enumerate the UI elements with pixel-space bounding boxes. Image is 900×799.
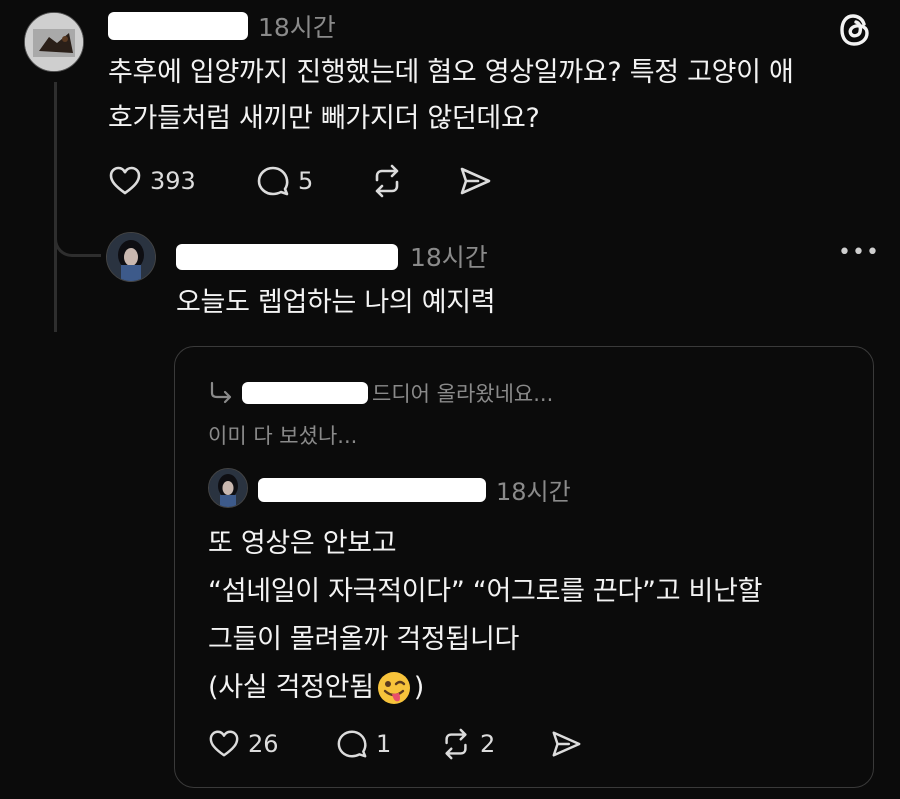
share-button[interactable] — [458, 164, 492, 198]
thread-connector — [54, 82, 57, 332]
avatar-image — [25, 13, 83, 71]
post-time: 18시간 — [258, 13, 336, 42]
like-count: 26 — [248, 730, 279, 758]
reply-arrow-icon — [210, 381, 232, 404]
repost-count: 2 — [480, 730, 496, 758]
quoted-time: 18시간 — [496, 478, 571, 506]
comment-bubble-icon — [337, 730, 367, 758]
quoted-like-button[interactable]: 26 — [208, 728, 279, 760]
quoted-text-line: 그들이 몰려올까 걱정됩니다 — [208, 624, 520, 655]
reply-to-line: 드디어 올라왔네요... — [208, 378, 553, 408]
quoted-preview-text: 이미 다 보셨나... — [208, 424, 358, 448]
send-icon — [460, 167, 491, 195]
reply-connector-curve — [54, 222, 101, 257]
redacted-username[interactable] — [258, 478, 486, 502]
quoted-avatar-image — [209, 469, 247, 507]
quoted-text-line: (사실 걱정안됨 — [208, 672, 374, 703]
repost-icon — [445, 728, 467, 760]
quoted-avatar[interactable] — [208, 468, 248, 508]
reply-to-text: 드디어 올라왔네요... — [372, 382, 554, 406]
comment-count: 1 — [376, 730, 392, 758]
quoted-text-line: “섬네일이 자극적이다” “어그로를 끈다”고 비난할 — [208, 576, 763, 607]
threads-logo-icon[interactable] — [836, 10, 876, 50]
quoted-text-line: ) — [413, 672, 425, 703]
post-text: 추후에 입양까지 진행했는데 혐오 영상일까요? 특정 고양이 애 호가들처럼 … — [108, 50, 888, 142]
quoted-share-button[interactable] — [550, 728, 582, 760]
heart-icon — [209, 730, 239, 757]
winking-tongue-emoji — [377, 672, 410, 704]
comment-button[interactable]: 5 — [256, 164, 313, 198]
quoted-text-line: 또 영상은 안보고 — [208, 528, 397, 559]
post-text-line: 호가들처럼 새끼만 빼가지더 않던데요? — [108, 103, 540, 134]
quoted-comment-button[interactable]: 1 — [336, 728, 391, 760]
send-icon — [552, 731, 581, 757]
more-options-button[interactable]: ••• — [838, 240, 880, 265]
redacted-username[interactable] — [108, 12, 248, 40]
heart-icon — [109, 166, 141, 195]
like-count: 393 — [150, 167, 196, 195]
reply-avatar[interactable] — [106, 232, 156, 282]
avatar[interactable] — [24, 12, 84, 72]
redacted-username[interactable] — [176, 244, 398, 270]
redacted-username[interactable] — [242, 382, 368, 404]
repost-button[interactable] — [370, 164, 404, 198]
post-text-line: 추후에 입양까지 진행했는데 혐오 영상일까요? 특정 고양이 애 — [108, 57, 794, 88]
quoted-text: 또 영상은 안보고 “섬네일이 자극적이다” “어그로를 끈다”고 비난할 그들… — [208, 520, 858, 712]
quoted-text-line-with-emoji: (사실 걱정안됨 ) — [208, 664, 858, 712]
reply-avatar-image — [107, 233, 155, 281]
comment-bubble-icon — [257, 166, 289, 196]
repost-icon — [375, 164, 399, 198]
reply-text: 오늘도 렙업하는 나의 예지력 — [176, 287, 496, 318]
quoted-repost-button[interactable]: 2 — [440, 728, 495, 760]
like-button[interactable]: 393 — [108, 164, 196, 198]
reply-time: 18시간 — [410, 243, 488, 272]
comment-count: 5 — [298, 167, 314, 195]
